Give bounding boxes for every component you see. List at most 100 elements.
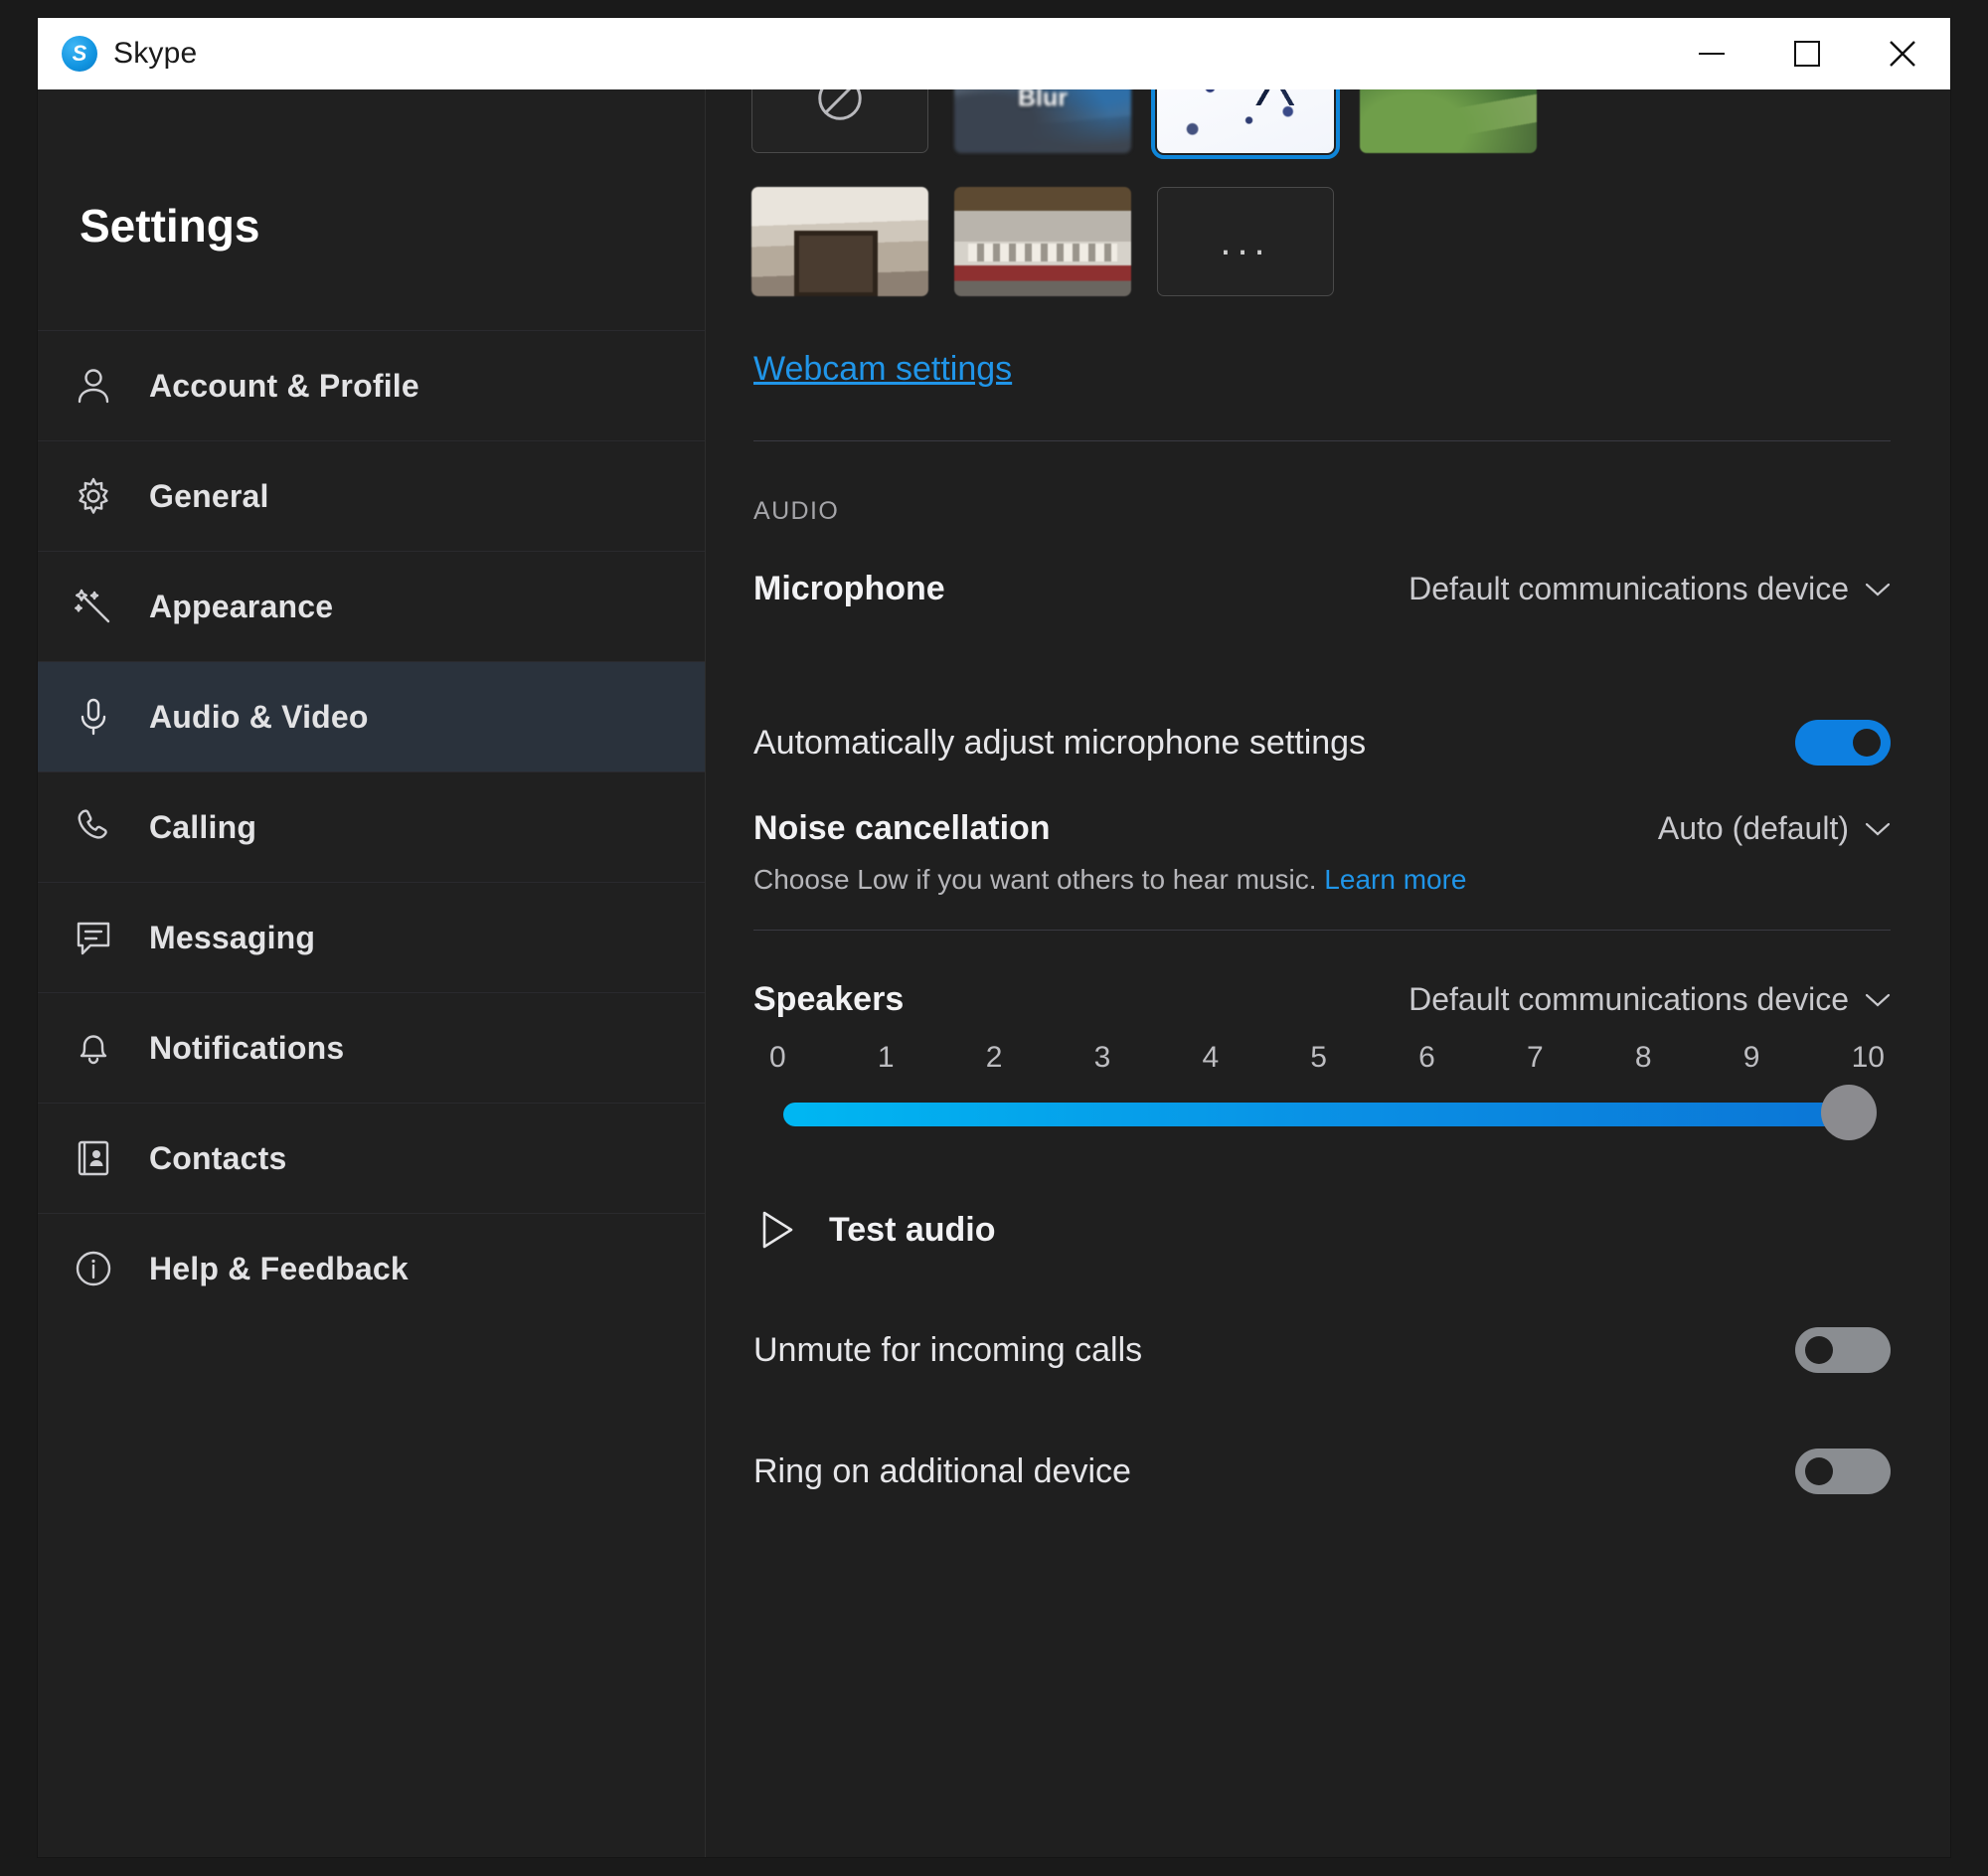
close-button[interactable] (1855, 18, 1950, 89)
microphone-device-value: Default communications device (1408, 571, 1849, 606)
sidebar-item-audio-video[interactable]: Audio & Video (38, 661, 705, 771)
skype-logo-icon: S (62, 36, 97, 72)
tick-label: 7 (1527, 1041, 1544, 1074)
speakers-row: Speakers Default communications device (751, 980, 1891, 1019)
background-thumb-blur[interactable]: Blur (954, 89, 1131, 153)
microphone-device-dropdown[interactable]: Default communications device (1408, 571, 1891, 607)
chevron-down-icon (1865, 822, 1891, 835)
tick-label: 3 (1093, 1041, 1111, 1074)
sidebar-item-label: General (149, 477, 269, 514)
sidebar-item-label: Appearance (149, 588, 334, 624)
background-thumb-more[interactable]: ... (1157, 187, 1334, 296)
background-thumb-none[interactable] (751, 89, 928, 153)
webcam-settings-link[interactable]: Webcam settings (751, 350, 1891, 389)
play-icon (762, 1211, 793, 1249)
address-book-icon (68, 1132, 119, 1184)
tick-label: 9 (1742, 1041, 1760, 1074)
chat-bubble-icon (68, 912, 119, 963)
sidebar-item-general[interactable]: General (38, 440, 705, 551)
toggle-knob (1853, 729, 1881, 757)
sidebar-item-label: Contacts (149, 1139, 287, 1176)
window-controls (1664, 18, 1950, 89)
sidebar-item-label: Messaging (149, 919, 316, 955)
test-audio-button[interactable]: Test audio (751, 1208, 1891, 1252)
auto-adjust-microphone-toggle[interactable] (1795, 720, 1891, 766)
microphone-icon (68, 691, 119, 743)
app-title: Skype (113, 37, 198, 70)
sidebar-item-account-profile[interactable]: Account & Profile (38, 330, 705, 440)
sidebar-item-calling[interactable]: Calling (38, 771, 705, 882)
sidebar-item-messaging[interactable]: Messaging (38, 882, 705, 992)
ring-additional-device-toggle[interactable] (1795, 1449, 1891, 1494)
tick-label: 10 (1851, 1041, 1885, 1074)
tick-label: 2 (985, 1041, 1003, 1074)
sidebar-item-label: Calling (149, 808, 257, 845)
sidebar-item-appearance[interactable]: Appearance (38, 551, 705, 661)
tick-label: 1 (877, 1041, 895, 1074)
title-bar-left: S Skype (38, 36, 1664, 72)
tick-label: 6 (1418, 1041, 1435, 1074)
tick-label: 4 (1202, 1041, 1220, 1074)
title-bar: S Skype (38, 18, 1950, 89)
speakers-device-value: Default communications device (1408, 981, 1849, 1017)
phone-icon (68, 801, 119, 853)
noise-cancellation-dropdown[interactable]: Auto (default) (1658, 810, 1891, 847)
slider-thumb[interactable] (1821, 1085, 1877, 1140)
chevron-down-icon (1865, 993, 1891, 1006)
sidebar-item-label: Audio & Video (149, 698, 369, 735)
ring-additional-device-row: Ring on additional device (751, 1449, 1891, 1494)
bell-icon (68, 1022, 119, 1074)
minimize-button[interactable] (1664, 18, 1759, 89)
settings-sidebar: Settings Account & Profile General Appea… (38, 89, 706, 1857)
magic-wand-icon (68, 581, 119, 632)
noise-cancellation-row: Noise cancellation Auto (default) (751, 809, 1891, 848)
microphone-label: Microphone (753, 570, 945, 607)
sidebar-item-label: Help & Feedback (149, 1250, 409, 1286)
sidebar-item-contacts[interactable]: Contacts (38, 1103, 705, 1213)
background-thumbnails-row-2: ... (751, 187, 1891, 296)
noise-cancellation-value: Auto (default) (1657, 810, 1849, 846)
background-thumb-shop[interactable] (954, 187, 1131, 296)
slider-track-fill (783, 1103, 1849, 1126)
audio-section-header: AUDIO (753, 497, 840, 525)
unmute-incoming-calls-toggle[interactable] (1795, 1327, 1891, 1373)
speaker-volume-slider[interactable] (753, 1085, 1891, 1144)
window-body: Settings Account & Profile General Appea… (38, 89, 1950, 1857)
section-divider (753, 930, 1891, 931)
more-dots-icon: ... (1220, 220, 1271, 263)
speaker-volume-slider-wrap: 0 1 2 3 4 5 6 7 8 9 10 (751, 1041, 1891, 1144)
speaker-volume-ticks: 0 1 2 3 4 5 6 7 8 9 10 (753, 1041, 1891, 1075)
background-thumb-room[interactable] (751, 187, 928, 296)
auto-adjust-microphone-row: Automatically adjust microphone settings (751, 720, 1891, 766)
maximize-button[interactable] (1759, 18, 1855, 89)
section-divider (753, 440, 1891, 441)
test-audio-label: Test audio (829, 1210, 996, 1249)
tick-label: 8 (1634, 1041, 1652, 1074)
sidebar-item-label: Account & Profile (149, 367, 419, 404)
noise-cancellation-hint-text: Choose Low if you want others to hear mu… (753, 864, 1317, 895)
tick-label: 5 (1310, 1041, 1327, 1074)
speakers-device-dropdown[interactable]: Default communications device (1408, 981, 1891, 1018)
sidebar-item-help-feedback[interactable]: Help & Feedback (38, 1213, 705, 1323)
learn-more-link[interactable]: Learn more (1324, 864, 1466, 895)
unmute-incoming-calls-row: Unmute for incoming calls (751, 1327, 1891, 1373)
audio-video-settings-panel: Blur ... Webcam settings AUDIO Microphon… (706, 89, 1950, 1857)
tick-label: 0 (769, 1041, 786, 1074)
microphone-row: Microphone Default communications device (751, 570, 1891, 608)
skype-settings-window: S Skype Settings Account & Profile Gener… (38, 18, 1950, 1857)
chevron-down-icon (1865, 583, 1891, 596)
background-thumb-white-pattern[interactable] (1151, 89, 1340, 159)
speakers-label: Speakers (753, 980, 905, 1018)
gear-icon (68, 470, 119, 522)
person-icon (68, 360, 119, 412)
info-circle-icon (68, 1243, 119, 1294)
toggle-knob (1805, 1336, 1833, 1364)
ring-additional-device-label: Ring on additional device (753, 1451, 1131, 1490)
background-thumb-green-outdoor[interactable] (1360, 89, 1537, 153)
sidebar-item-label: Notifications (149, 1029, 345, 1066)
background-thumbnails-row-1: Blur (751, 89, 1891, 159)
sidebar-item-notifications[interactable]: Notifications (38, 992, 705, 1103)
no-background-icon (818, 89, 862, 120)
noise-cancellation-label: Noise cancellation (753, 809, 1051, 847)
noise-cancellation-hint: Choose Low if you want others to hear mu… (751, 864, 1891, 896)
